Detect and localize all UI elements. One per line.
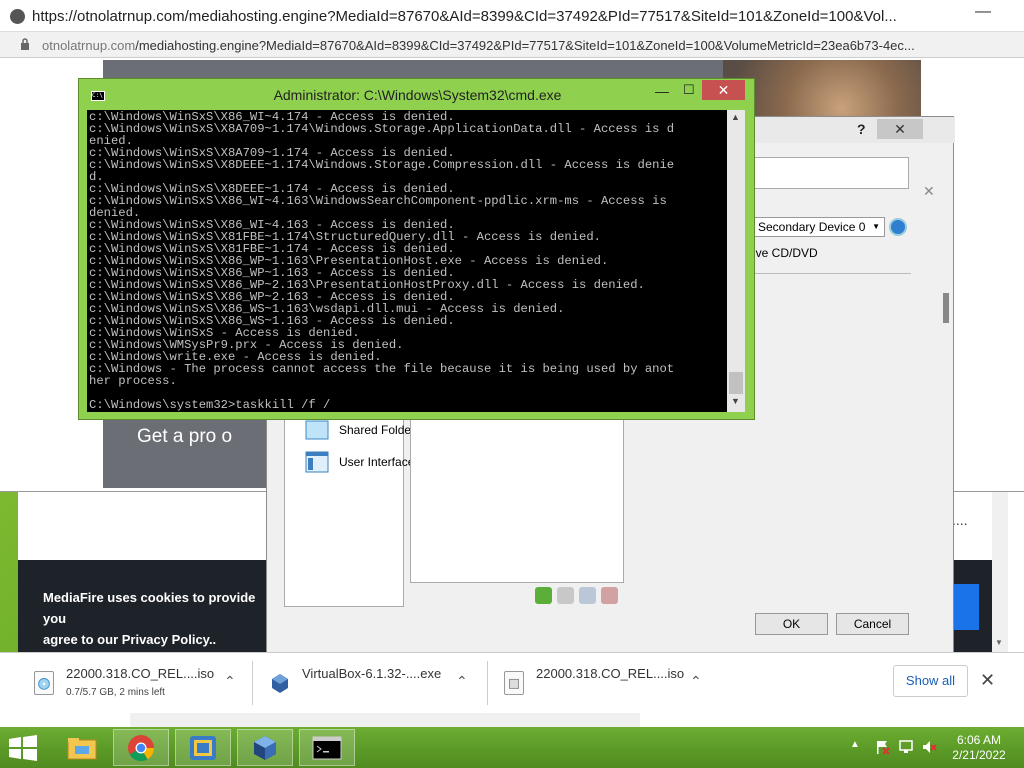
- url-path: /mediahosting.engine?MediaId=87670&AId=8…: [135, 38, 915, 53]
- chevron-up-icon[interactable]: ⌃: [690, 673, 702, 690]
- action-center-flag-icon[interactable]: [874, 739, 890, 755]
- cmd-console[interactable]: c:\Windows\WinSxS\X86_WI~4.174 - Access …: [87, 110, 727, 412]
- lock-icon: [21, 38, 29, 50]
- download-item[interactable]: VirtualBox-6.1.32-....exe ⌃: [256, 653, 488, 713]
- download-shelf: 22000.318.CO_REL....iso 0.7/5.7 GB, 2 mi…: [0, 652, 1024, 713]
- cmd-minimize-button[interactable]: —: [655, 83, 669, 99]
- clock-time: 6:06 AM: [956, 733, 1002, 747]
- cookie-line-1: MediaFire uses cookies to provide you: [43, 590, 256, 626]
- show-all-button[interactable]: Show all: [893, 665, 968, 697]
- separator: [252, 661, 253, 705]
- popup-title: https://otnolatrnup.com/mediahosting.eng…: [32, 8, 897, 25]
- cookie-notice-text: MediaFire uses cookies to provide you ag…: [43, 587, 273, 650]
- optical-drive-select[interactable]: Secondary Device 0 ▼: [753, 217, 885, 237]
- close-download-shelf-icon[interactable]: ✕: [980, 670, 995, 691]
- show-hidden-icons-arrow-icon[interactable]: ▲: [850, 739, 860, 750]
- cancel-button[interactable]: Cancel: [836, 613, 909, 635]
- cmd-output-line: c:\Windows\WinSxS\X86_WI~4.163\WindowsSe…: [89, 194, 667, 208]
- download-filename: 22000.318.CO_REL....iso: [66, 666, 215, 681]
- scroll-up-icon[interactable]: ▲: [731, 112, 740, 122]
- cmd-output-line: c:\Windows - The process cannot access t…: [89, 362, 675, 376]
- cmd-output: c:\Windows\WinSxS\X86_WI~4.174 - Access …: [89, 111, 674, 411]
- taskbar-chrome[interactable]: [113, 729, 169, 766]
- cmd-close-button[interactable]: ✕: [702, 80, 745, 100]
- cmd-icon: [312, 736, 342, 760]
- settings-sidebar: Shared Folders User Interface: [284, 412, 421, 607]
- page-scrollbar[interactable]: ▼: [992, 492, 1008, 652]
- cmd-window: C:\ Administrator: C:\Windows\System32\c…: [78, 78, 755, 420]
- shared-folders-icon: [305, 420, 329, 440]
- taskbar-command-prompt[interactable]: [299, 729, 355, 766]
- download-filename: 22000.318.CO_REL....iso: [536, 666, 685, 681]
- download-item[interactable]: 22000.318.CO_REL....iso 0.7/5.7 GB, 2 mi…: [20, 653, 253, 713]
- storage-name-field[interactable]: [753, 157, 909, 189]
- cmd-output-line: c:\Windows\WinSxS\X8DEEE~1.174\Windows.S…: [89, 158, 675, 172]
- chevron-up-icon[interactable]: ⌃: [224, 673, 236, 690]
- cookie-line-2[interactable]: agree to our Privacy Policy..: [43, 629, 273, 650]
- storage-toolbar: [535, 587, 625, 607]
- download-item[interactable]: 22000.318.CO_REL....iso ⌃: [490, 653, 718, 713]
- sidebar-item-label: Shared Folders: [339, 423, 422, 437]
- dialog-close-button[interactable]: ✕: [877, 119, 923, 139]
- secondary-close-icon[interactable]: ✕: [923, 183, 953, 205]
- url-domain: otnolatrnup.com: [42, 38, 136, 53]
- live-cd-checkbox-label[interactable]: ive CD/DVD: [753, 246, 818, 260]
- download-status: 0.7/5.7 GB, 2 mins left: [66, 687, 165, 698]
- remove-attachment-icon[interactable]: [601, 587, 618, 604]
- file-icon: [504, 671, 524, 695]
- sidebar-item-label: User Interface: [339, 455, 415, 469]
- user-interface-icon: [305, 451, 329, 473]
- optical-drive-value: Secondary Device 0: [758, 220, 866, 234]
- virtualbox-icon: [254, 736, 276, 760]
- cmd-maximize-button[interactable]: ☐: [683, 82, 695, 98]
- system-clock[interactable]: 6:06 AM 2/21/2022: [943, 733, 1015, 763]
- scroll-down-icon[interactable]: ▼: [731, 396, 740, 406]
- choose-disk-icon[interactable]: [889, 218, 907, 236]
- taskbar-virtualbox[interactable]: [237, 729, 293, 766]
- sidebar-item-shared-folders[interactable]: Shared Folders: [305, 419, 425, 443]
- network-icon[interactable]: [898, 739, 914, 755]
- taskbar-virtualbox-manager[interactable]: [175, 729, 231, 766]
- disc-file-icon: [34, 671, 54, 695]
- chrome-icon: [128, 735, 155, 762]
- popup-url-text: otnolatrnup.com/mediahosting.engine?Medi…: [42, 38, 1022, 53]
- virtualbox-file-icon: [272, 674, 288, 693]
- chevron-up-icon[interactable]: ⌃: [456, 673, 468, 690]
- section-divider: [753, 273, 911, 274]
- cmd-output-line: C:\Windows\system32>taskkill /f /: [89, 398, 331, 412]
- cmd-scrollbar[interactable]: ▲ ▼: [727, 110, 745, 412]
- windows-start-icon[interactable]: [8, 735, 38, 761]
- clock-date: 2/21/2022: [952, 748, 1006, 762]
- window-strip-2: [130, 713, 640, 727]
- cmd-output-line: c:\Windows\WinSxS\X8A709~1.174\Windows.S…: [89, 122, 675, 136]
- panel-scrollbar[interactable]: [943, 293, 949, 323]
- more-options-dots[interactable]: ....: [952, 512, 968, 528]
- add-controller-icon[interactable]: [535, 587, 552, 604]
- chevron-down-icon: ▼: [872, 222, 880, 231]
- folder-icon: [67, 738, 97, 760]
- minimize-button[interactable]: —: [975, 3, 991, 21]
- banner-text: Get a pro o: [137, 426, 233, 447]
- scroll-down-arrow-icon[interactable]: ▼: [995, 638, 1003, 647]
- vbox-manager-icon: [190, 736, 216, 760]
- scroll-thumb[interactable]: [729, 372, 743, 394]
- add-attachment-icon[interactable]: [579, 587, 596, 604]
- storage-tree-list[interactable]: [410, 417, 624, 583]
- taskbar: ▲ 6:06 AM 2/21/2022: [0, 727, 1024, 768]
- ok-button[interactable]: OK: [755, 613, 828, 635]
- volume-muted-icon[interactable]: [921, 739, 937, 755]
- help-button[interactable]: ?: [857, 121, 866, 137]
- site-favicon-icon: [10, 9, 25, 24]
- popup-titlebar[interactable]: https://otnolatrnup.com/mediahosting.eng…: [0, 0, 1024, 32]
- separator: [487, 661, 488, 705]
- download-filename: VirtualBox-6.1.32-....exe: [302, 666, 442, 681]
- sidebar-item-user-interface[interactable]: User Interface: [305, 451, 425, 475]
- cmd-output-line: her process.: [89, 374, 177, 388]
- popup-address-bar[interactable]: otnolatrnup.com/mediahosting.engine?Medi…: [0, 32, 1024, 58]
- taskbar-file-explorer[interactable]: [54, 729, 110, 766]
- remove-controller-icon[interactable]: [557, 587, 574, 604]
